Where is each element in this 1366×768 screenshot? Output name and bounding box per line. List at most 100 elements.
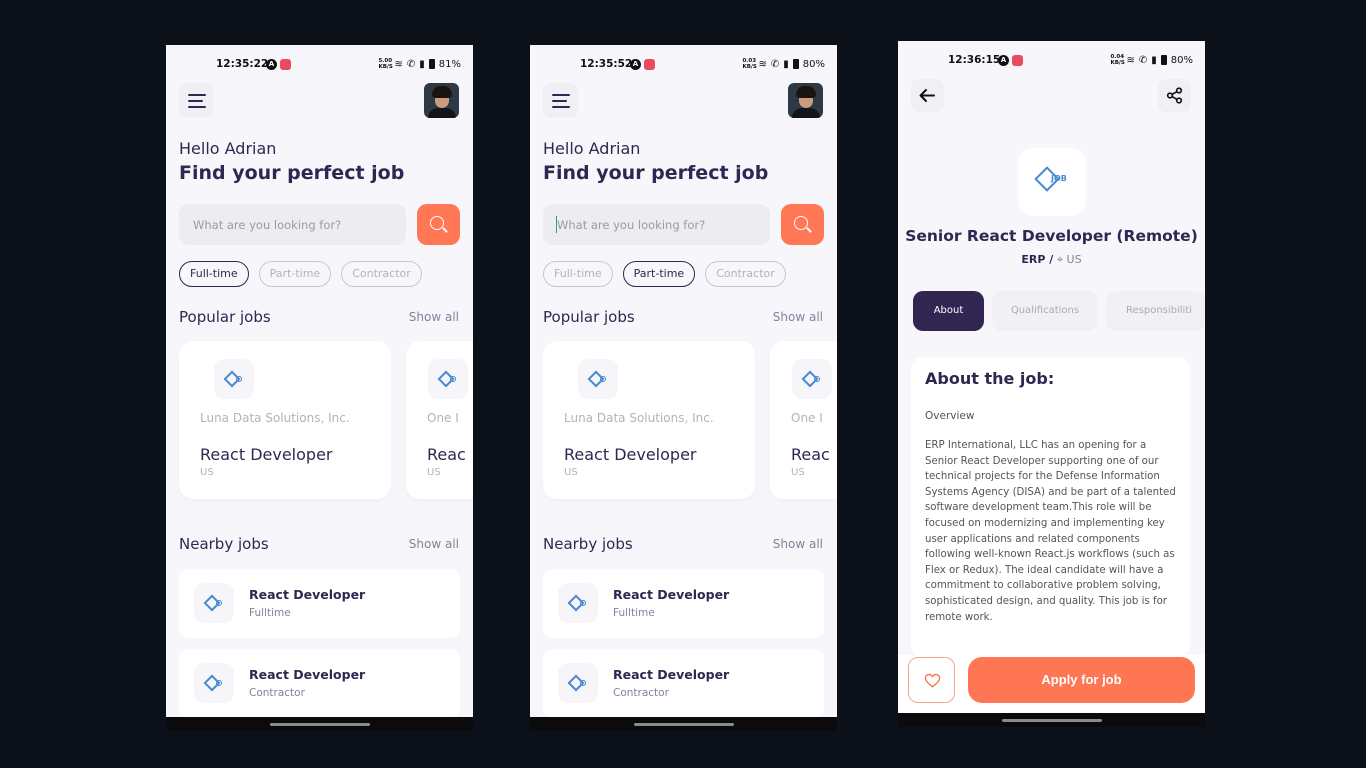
- avatar[interactable]: [424, 83, 459, 118]
- battery-percent: 80%: [1170, 54, 1193, 66]
- logo-text: JOB: [1051, 174, 1067, 183]
- app-notification-icon: A: [998, 55, 1009, 66]
- back-button[interactable]: [911, 79, 944, 112]
- avatar[interactable]: [788, 83, 823, 118]
- recording-notification-icon: [280, 59, 291, 70]
- popular-job-card[interactable]: Luna Data Solutions, Inc. React Develope…: [543, 341, 755, 499]
- job-title: React Developer: [613, 667, 730, 682]
- wifi-icon: ≋: [758, 58, 767, 70]
- chip-full-time[interactable]: Full-time: [179, 261, 249, 287]
- call-icon: ✆: [1138, 54, 1148, 66]
- battery-icon: [792, 59, 799, 69]
- logo-dot: [580, 600, 586, 606]
- company-name: One I: [791, 411, 823, 425]
- nearby-job-card[interactable]: React Developer Contractor: [179, 649, 460, 718]
- popular-jobs-title: Popular jobs: [543, 308, 635, 326]
- home-indicator[interactable]: [269, 723, 370, 726]
- apply-button[interactable]: Apply for job: [968, 657, 1195, 703]
- logo-dot: [600, 376, 606, 382]
- nearby-job-card[interactable]: React Developer Fulltime: [543, 569, 824, 638]
- tab-qualifications[interactable]: Qualifications: [992, 291, 1098, 331]
- company-logo-icon: [792, 359, 832, 399]
- status-bar: 12:35:22 A 5.00 KB/S ≋ ✆ ▮ 81%: [166, 58, 473, 72]
- signal-icon: ▮: [419, 58, 425, 70]
- job-type-chips: Full-time Part-time Contractor: [179, 261, 422, 287]
- job-title: React Developer: [613, 587, 730, 602]
- search-field[interactable]: [543, 204, 770, 245]
- job-title: React Developer: [200, 445, 333, 464]
- job-location: US: [791, 467, 805, 478]
- popular-job-card[interactable]: Luna Data Solutions, Inc. React Develope…: [179, 341, 391, 499]
- job-location: US: [427, 467, 441, 478]
- chip-contractor[interactable]: Contractor: [705, 261, 786, 287]
- nearby-jobs-title: Nearby jobs: [543, 535, 633, 553]
- job-title: React Developer: [249, 587, 366, 602]
- popular-job-card[interactable]: One I Reac US: [770, 341, 837, 499]
- nav-bar: [166, 717, 473, 731]
- battery-icon: [428, 59, 435, 69]
- company-logo-icon: [214, 359, 254, 399]
- like-button[interactable]: [908, 657, 955, 703]
- chip-part-time[interactable]: Part-time: [258, 261, 332, 287]
- avatar-body: [428, 108, 456, 118]
- logo-dot: [216, 600, 222, 606]
- battery-percent: 81%: [438, 58, 461, 70]
- chip-full-time[interactable]: Full-time: [543, 261, 613, 287]
- tab-about[interactable]: About: [913, 291, 984, 331]
- location-pin-icon: ⌖: [1056, 253, 1064, 266]
- company-name: Luna Data Solutions, Inc.: [564, 411, 714, 425]
- search-input[interactable]: [179, 204, 406, 245]
- nearby-show-all-link[interactable]: Show all: [773, 537, 823, 551]
- job-meta: ERP / ⌖ US: [898, 253, 1205, 267]
- tab-responsibilities[interactable]: Responsibiliti: [1106, 291, 1205, 331]
- status-time: 12:35:22: [216, 58, 269, 70]
- menu-button[interactable]: [179, 83, 214, 118]
- nearby-job-card[interactable]: React Developer Contractor: [543, 649, 824, 718]
- search-button[interactable]: [417, 204, 460, 245]
- app-notification-icon: A: [630, 59, 641, 70]
- job-type-chips: Full-time Part-time Contractor: [543, 261, 786, 287]
- text-cursor: [556, 216, 557, 233]
- nav-bar: [530, 717, 837, 731]
- job-location: US: [564, 467, 578, 478]
- company-name: One I: [427, 411, 459, 425]
- company-logo-icon: JOB: [1018, 148, 1086, 216]
- job-type: Contractor: [249, 687, 305, 699]
- company-name: ERP /: [1021, 253, 1054, 266]
- status-time: 12:36:15: [948, 54, 1001, 66]
- recording-notification-icon: [1012, 55, 1023, 66]
- menu-icon-line: [552, 106, 570, 108]
- menu-button[interactable]: [543, 83, 578, 118]
- nearby-jobs-title: Nearby jobs: [179, 535, 269, 553]
- call-icon: ✆: [406, 58, 416, 70]
- chip-contractor[interactable]: Contractor: [341, 261, 422, 287]
- nearby-job-card[interactable]: React Developer Fulltime: [179, 569, 460, 638]
- wifi-icon: ≋: [394, 58, 403, 70]
- logo-dot: [580, 680, 586, 686]
- back-arrow-icon: [919, 89, 935, 102]
- popular-show-all-link[interactable]: Show all: [773, 310, 823, 324]
- share-button[interactable]: [1158, 79, 1191, 112]
- home-screen-fulltime: 12:35:22 A 5.00 KB/S ≋ ✆ ▮ 81% Hello Adr…: [166, 45, 473, 731]
- company-logo-icon: [194, 663, 234, 703]
- status-bar: 12:35:52 A 0.03 KB/S ≋ ✆ ▮ 80%: [530, 58, 837, 72]
- popular-job-card[interactable]: One I Reac US: [406, 341, 473, 499]
- logo-dot: [236, 376, 242, 382]
- search-icon-handle: [806, 227, 812, 233]
- wifi-icon: ≋: [1126, 54, 1135, 66]
- search-field[interactable]: [179, 204, 406, 245]
- avatar-body: [792, 108, 820, 118]
- company-logo-icon: [558, 663, 598, 703]
- home-indicator[interactable]: [1001, 719, 1102, 722]
- nearby-show-all-link[interactable]: Show all: [409, 537, 459, 551]
- status-time: 12:35:52: [580, 58, 633, 70]
- home-indicator[interactable]: [633, 723, 734, 726]
- chip-part-time[interactable]: Part-time: [622, 261, 696, 287]
- search-input[interactable]: [543, 204, 770, 245]
- popular-show-all-link[interactable]: Show all: [409, 310, 459, 324]
- status-bar: 12:36:15 A 0.04 KB/S ≋ ✆ ▮ 80%: [898, 54, 1205, 68]
- job-footer: Apply for job: [898, 655, 1205, 713]
- menu-icon-line: [188, 100, 203, 102]
- call-icon: ✆: [770, 58, 780, 70]
- search-button[interactable]: [781, 204, 824, 245]
